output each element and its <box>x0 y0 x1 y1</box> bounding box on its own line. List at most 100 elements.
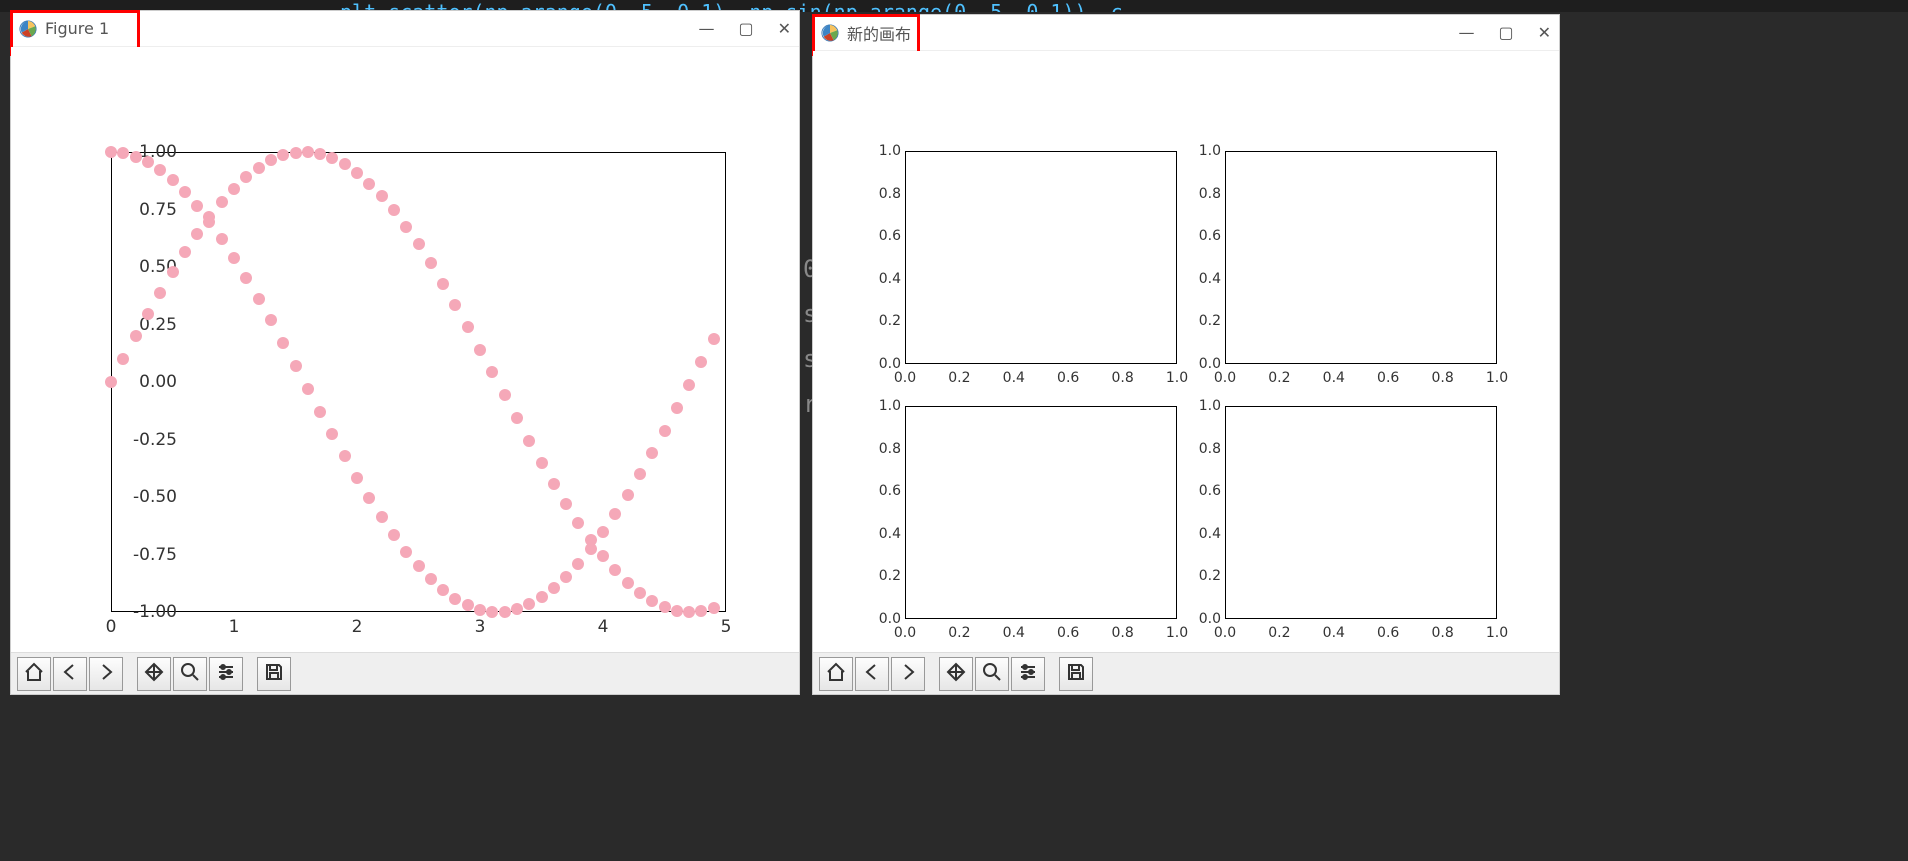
x-tick-label: 0.4 <box>1323 370 1345 386</box>
minimize-button[interactable]: — <box>698 19 714 38</box>
back-icon <box>59 661 81 687</box>
scatter-point <box>253 162 265 174</box>
subplot-axes <box>905 151 1177 364</box>
x-tick-label: 0.8 <box>1111 370 1133 386</box>
scatter-point <box>560 498 572 510</box>
save-button[interactable] <box>257 657 291 691</box>
scatter-point <box>437 584 449 596</box>
x-tick-label: 0.0 <box>1214 370 1236 386</box>
scatter-point <box>659 425 671 437</box>
scatter-point <box>290 360 302 372</box>
scatter-point <box>462 599 474 611</box>
y-tick-label: 0.2 <box>871 568 901 584</box>
scatter-point <box>265 314 277 326</box>
maximize-button[interactable]: ▢ <box>1498 23 1513 42</box>
subplot-axes <box>905 406 1177 619</box>
x-tick-label: 1.0 <box>1486 625 1508 641</box>
x-tick-label: 0.4 <box>1323 625 1345 641</box>
configure-icon <box>1017 661 1039 687</box>
y-tick-label: -1.00 <box>107 602 177 622</box>
nav-toolbar <box>11 652 799 694</box>
scatter-point <box>277 149 289 161</box>
scatter-point <box>536 457 548 469</box>
scatter-point <box>683 606 695 618</box>
zoom-button[interactable] <box>173 657 207 691</box>
x-tick-label: 0.6 <box>1057 370 1079 386</box>
titlebar[interactable]: Figure 1 — ▢ ✕ <box>11 11 799 47</box>
x-tick-label: 0.6 <box>1057 625 1079 641</box>
home-button[interactable] <box>17 657 51 691</box>
x-tick-label: 0.0 <box>894 625 916 641</box>
x-tick-label: 1.0 <box>1166 625 1188 641</box>
close-button[interactable]: ✕ <box>1538 23 1551 42</box>
scatter-point <box>376 511 388 523</box>
scatter-point <box>142 308 154 320</box>
plot-canvas[interactable]: -1.00-0.75-0.50-0.250.000.250.500.751.00… <box>11 47 799 652</box>
zoom-icon <box>179 661 201 687</box>
zoom-button[interactable] <box>975 657 1009 691</box>
pan-icon <box>945 661 967 687</box>
y-tick-label: 0.2 <box>871 313 901 329</box>
back-button[interactable] <box>53 657 87 691</box>
x-tick-label: 0.4 <box>1003 370 1025 386</box>
maximize-button[interactable]: ▢ <box>738 19 753 38</box>
y-tick-label: -0.75 <box>107 545 177 565</box>
scatter-point <box>277 337 289 349</box>
scatter-point <box>191 200 203 212</box>
figure-window-2: 新的画布 — ▢ ✕ 0.0 0.2 0.4 0.6 0.8 1.0 0.0 0.2 0.4 0.… <box>812 14 1560 695</box>
scatter-point <box>634 587 646 599</box>
scatter-point <box>265 154 277 166</box>
scatter-point <box>609 564 621 576</box>
y-tick-label: -0.50 <box>107 487 177 507</box>
x-tick-label: 0.6 <box>1377 370 1399 386</box>
x-tick-label: 0.8 <box>1431 370 1453 386</box>
scatter-point <box>609 508 621 520</box>
scatter-point <box>695 605 707 617</box>
scatter-point <box>179 246 191 258</box>
scatter-point <box>708 602 720 614</box>
save-icon <box>263 661 285 687</box>
matplotlib-icon <box>19 20 37 38</box>
scatter-point <box>105 146 117 158</box>
home-icon <box>825 661 847 687</box>
scatter-point <box>486 366 498 378</box>
close-button[interactable]: ✕ <box>778 19 791 38</box>
scatter-point <box>314 406 326 418</box>
scatter-point <box>499 606 511 618</box>
x-tick-label: 0.2 <box>948 625 970 641</box>
forward-button[interactable] <box>89 657 123 691</box>
y-tick-label: 1.0 <box>1191 398 1221 414</box>
y-tick-label: 1.0 <box>871 143 901 159</box>
scatter-point <box>548 478 560 490</box>
x-tick-label: 5 <box>721 617 732 637</box>
scatter-point <box>622 489 634 501</box>
y-tick-label: 0.4 <box>1191 271 1221 287</box>
scatter-point <box>302 146 314 158</box>
scatter-point <box>130 330 142 342</box>
back-button[interactable] <box>855 657 889 691</box>
configure-button[interactable] <box>209 657 243 691</box>
scatter-point <box>290 147 302 159</box>
minimize-button[interactable]: — <box>1458 23 1474 42</box>
titlebar[interactable]: 新的画布 — ▢ ✕ <box>813 15 1559 51</box>
y-tick-label: 0.25 <box>107 315 177 335</box>
scatter-point <box>646 447 658 459</box>
plot-canvas[interactable]: 0.00.20.40.60.81.00.00.20.40.60.81.00.00… <box>813 51 1559 652</box>
scatter-point <box>597 550 609 562</box>
scatter-point <box>659 601 671 613</box>
scatter-point <box>572 558 584 570</box>
home-button[interactable] <box>819 657 853 691</box>
scatter-point <box>425 573 437 585</box>
scatter-point <box>437 278 449 290</box>
y-tick-label: 0.8 <box>871 186 901 202</box>
forward-button[interactable] <box>891 657 925 691</box>
y-tick-label: 0.6 <box>871 228 901 244</box>
pan-button[interactable] <box>939 657 973 691</box>
configure-button[interactable] <box>1011 657 1045 691</box>
scatter-point <box>511 412 523 424</box>
scatter-point <box>117 353 129 365</box>
scatter-point <box>413 238 425 250</box>
x-tick-label: 0 <box>106 617 117 637</box>
save-button[interactable] <box>1059 657 1093 691</box>
pan-button[interactable] <box>137 657 171 691</box>
